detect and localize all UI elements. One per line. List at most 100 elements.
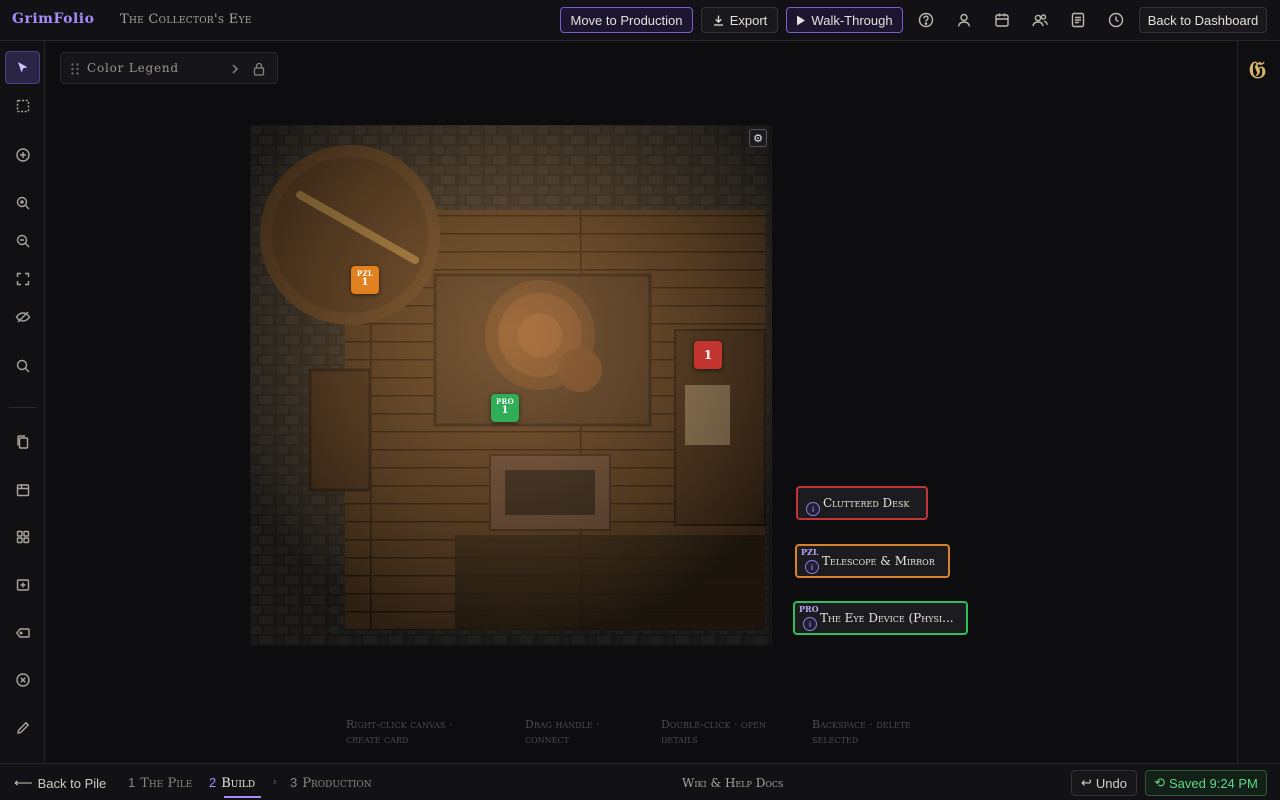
copy-tool-button[interactable]	[5, 425, 40, 458]
move-to-production-button[interactable]: Move to Production	[560, 7, 693, 33]
chevron-right-icon: ›	[273, 776, 277, 788]
copy-icon	[16, 434, 28, 449]
edit-tool-button[interactable]	[5, 711, 40, 744]
card-type-badge: PZL	[801, 547, 819, 557]
hint-line: connect	[525, 733, 569, 746]
move-to-production-label: Move to Production	[570, 12, 683, 28]
arrow-left-icon: ⟵	[14, 775, 33, 790]
color-legend-label: Color Legend	[87, 61, 179, 75]
back-to-pile-label: Back to Pile	[37, 775, 107, 791]
refresh-icon: ⟲	[1154, 775, 1165, 790]
saved-status: ⟲ Saved 9:24 PM	[1145, 770, 1267, 796]
select-tool-button[interactable]	[5, 51, 40, 84]
fit-screen-tool-button[interactable]	[5, 262, 40, 295]
add-tool-button[interactable]	[5, 138, 40, 171]
color-legend-panel[interactable]: Color Legend	[60, 52, 278, 84]
back-to-pile-button[interactable]: ⟵ Back to Pile	[14, 775, 106, 791]
x-circle-icon	[15, 672, 30, 687]
step-build[interactable]: 2 Build	[209, 775, 255, 791]
left-toolbar	[0, 41, 45, 763]
top-bar: GrimFolio The Collector's Eye Move to Pr…	[0, 0, 1280, 41]
card-label: Telescope & Mirror	[822, 554, 935, 568]
hint-line: Drag handle ·	[525, 718, 600, 731]
undo-button[interactable]: ↩ Undo	[1071, 770, 1137, 796]
gear-icon: ⚙	[753, 132, 763, 145]
zoom-in-tool-button[interactable]	[5, 186, 40, 219]
user-icon[interactable]	[955, 11, 973, 29]
card-telescope-mirror[interactable]: PZL i Telescope & Mirror	[795, 544, 950, 578]
search-icon	[16, 359, 29, 372]
card-cluttered-desk[interactable]: i Cluttered Desk	[796, 486, 928, 520]
pencil-icon	[16, 721, 29, 734]
pin-number: 1	[361, 277, 369, 288]
help-icon[interactable]	[917, 11, 935, 29]
hint-line: create card	[346, 733, 409, 746]
active-step-indicator	[224, 796, 261, 798]
step-label: The Pile	[140, 776, 193, 791]
project-title: The Collector's Eye	[120, 12, 252, 27]
step-number: 3	[290, 775, 298, 790]
marquee-icon	[16, 99, 29, 112]
map-pin-prop-1[interactable]: PRO 1	[491, 394, 519, 422]
clock-icon[interactable]	[1107, 11, 1125, 29]
step-the-pile[interactable]: 1 The Pile	[128, 775, 192, 791]
step-number: 1	[128, 775, 136, 790]
map-pin-puzzle-1[interactable]: PZL 1	[351, 266, 379, 294]
map-settings-button[interactable]: ⚙	[749, 129, 767, 147]
right-rail: 𝔊	[1237, 41, 1280, 763]
document-icon[interactable]	[1069, 11, 1087, 29]
hint-line: Backspace · delete	[812, 718, 911, 731]
export-label: Export	[729, 12, 768, 28]
info-icon[interactable]: i	[803, 617, 817, 631]
box-tool-button[interactable]	[5, 473, 40, 506]
users-icon[interactable]	[1031, 11, 1049, 29]
back-to-dashboard-button[interactable]: Back to Dashboard	[1139, 7, 1267, 33]
zoom-out-icon	[16, 234, 29, 247]
hint-backspace: Backspace · delete selected	[812, 717, 911, 747]
hint-line: Double-click · open	[661, 718, 766, 731]
brand-logo[interactable]: GrimFolio	[12, 11, 94, 27]
tag-icon	[15, 627, 30, 638]
grimoire-logo-icon[interactable]: 𝔊	[1249, 57, 1271, 83]
walk-through-button[interactable]: Walk-Through	[786, 7, 903, 33]
undo-label: Undo	[1095, 775, 1127, 791]
zoom-out-tool-button[interactable]	[5, 224, 40, 257]
export-button[interactable]: Export	[701, 7, 778, 33]
map-pin-scene-1[interactable]: 1	[694, 341, 722, 369]
hint-line: Right-click canvas ·	[346, 718, 453, 731]
grid-tool-button[interactable]	[5, 520, 40, 553]
drag-handle-icon[interactable]	[70, 62, 80, 76]
chevron-right-icon[interactable]	[229, 61, 241, 77]
marquee-select-tool-button[interactable]	[5, 89, 40, 122]
card-eye-device[interactable]: PRO i The Eye Device (Physi...	[793, 601, 968, 635]
step-number: 2	[209, 775, 217, 790]
import-tool-button[interactable]	[5, 568, 40, 601]
zoom-in-icon	[16, 196, 29, 209]
remove-tool-button[interactable]	[5, 663, 40, 696]
plus-circle-icon	[15, 147, 30, 162]
play-icon	[797, 15, 806, 25]
grid-icon	[16, 530, 29, 543]
hint-line: details	[661, 733, 698, 746]
wiki-help-link[interactable]: Wiki & Help Docs	[682, 776, 784, 790]
box-icon	[16, 483, 29, 496]
import-icon	[16, 578, 29, 591]
tag-tool-button[interactable]	[5, 616, 40, 649]
download-icon	[713, 15, 723, 26]
fullscreen-icon	[16, 272, 29, 285]
info-icon[interactable]: i	[805, 560, 819, 574]
toolbar-divider	[9, 407, 36, 408]
saved-label: Saved 9:24 PM	[1169, 775, 1258, 791]
lock-icon[interactable]	[252, 61, 266, 77]
calendar-icon[interactable]	[993, 11, 1011, 29]
info-icon[interactable]: i	[806, 502, 820, 516]
hide-tool-button[interactable]	[5, 300, 40, 333]
step-production[interactable]: 3 Production	[290, 775, 372, 791]
hint-line: selected	[812, 733, 859, 746]
search-tool-button[interactable]	[5, 349, 40, 382]
pin-number: 1	[501, 405, 509, 416]
step-label: Build	[221, 776, 256, 791]
scene-map-image[interactable]	[250, 125, 772, 646]
cursor-icon	[17, 61, 27, 72]
card-label: Cluttered Desk	[823, 496, 910, 510]
